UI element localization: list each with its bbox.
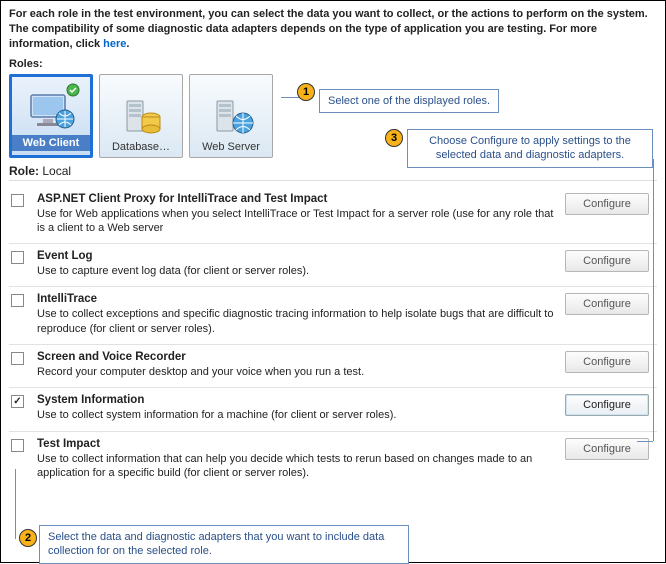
role-tile-label: Web Server bbox=[190, 141, 272, 153]
adapter-checkbox[interactable] bbox=[11, 294, 24, 307]
adapter-desc: Record your computer desktop and your vo… bbox=[37, 365, 559, 379]
configure-button[interactable]: Configure bbox=[565, 293, 649, 315]
callout-1: Select one of the displayed roles. bbox=[319, 89, 499, 113]
adapter-row: Screen and Voice Recorder Record your com… bbox=[9, 344, 657, 387]
role-tile-database-[interactable]: Database… bbox=[99, 74, 183, 158]
callout-2-number: 2 bbox=[19, 529, 37, 547]
adapter-checkbox[interactable] bbox=[11, 395, 24, 408]
adapter-row: IntelliTrace Use to collect exceptions an… bbox=[9, 286, 657, 344]
intro-text: For each role in the test environment, y… bbox=[9, 7, 657, 52]
adapters-list: ASP.NET Client Proxy for IntelliTrace an… bbox=[9, 187, 657, 489]
adapter-checkbox[interactable] bbox=[11, 251, 24, 264]
intro-part-b: . bbox=[126, 38, 129, 50]
adapter-title: Event Log bbox=[37, 250, 559, 262]
callout-3-number: 3 bbox=[385, 129, 403, 147]
intro-here-link[interactable]: here bbox=[103, 38, 126, 50]
callout-2: Select the data and diagnostic adapters … bbox=[39, 525, 409, 564]
adapter-row: ASP.NET Client Proxy for IntelliTrace an… bbox=[9, 187, 657, 244]
roles-label: Roles: bbox=[9, 58, 657, 70]
adapter-title: System Information bbox=[37, 394, 559, 406]
adapter-title: Screen and Voice Recorder bbox=[37, 351, 559, 363]
role-line-value: Local bbox=[42, 164, 71, 178]
role-tile-label: Web Client bbox=[12, 135, 90, 151]
adapter-desc: Use to collect exceptions and specific d… bbox=[37, 307, 559, 336]
configure-button[interactable]: Configure bbox=[565, 250, 649, 272]
adapter-row: Event Log Use to capture event log data (… bbox=[9, 243, 657, 286]
callout-1-number: 1 bbox=[297, 83, 315, 101]
adapter-checkbox[interactable] bbox=[11, 352, 24, 365]
adapter-checkbox[interactable] bbox=[11, 194, 24, 207]
adapter-desc: Use to capture event log data (for clien… bbox=[37, 264, 559, 278]
role-tile-label: Database… bbox=[100, 141, 182, 153]
callout-3: Choose Configure to apply settings to th… bbox=[407, 129, 653, 168]
adapter-row: System Information Use to collect system … bbox=[9, 387, 657, 430]
role-line-label: Role: bbox=[9, 164, 39, 178]
adapter-title: Test Impact bbox=[37, 438, 559, 450]
adapter-desc: Use to collect system information for a … bbox=[37, 408, 559, 422]
adapter-row: Test Impact Use to collect information th… bbox=[9, 431, 657, 489]
adapter-desc: Use to collect information that can help… bbox=[37, 452, 559, 481]
adapter-desc: Use for Web applications when you select… bbox=[37, 207, 559, 236]
adapter-title: ASP.NET Client Proxy for IntelliTrace an… bbox=[37, 193, 559, 205]
configure-button[interactable]: Configure bbox=[565, 394, 649, 416]
role-tile-web-client[interactable]: Web Client bbox=[9, 74, 93, 158]
adapter-title: IntelliTrace bbox=[37, 293, 559, 305]
configure-button[interactable]: Configure bbox=[565, 193, 649, 215]
configure-button[interactable]: Configure bbox=[565, 351, 649, 373]
adapter-checkbox[interactable] bbox=[11, 439, 24, 452]
role-tile-web-server[interactable]: Web Server bbox=[189, 74, 273, 158]
